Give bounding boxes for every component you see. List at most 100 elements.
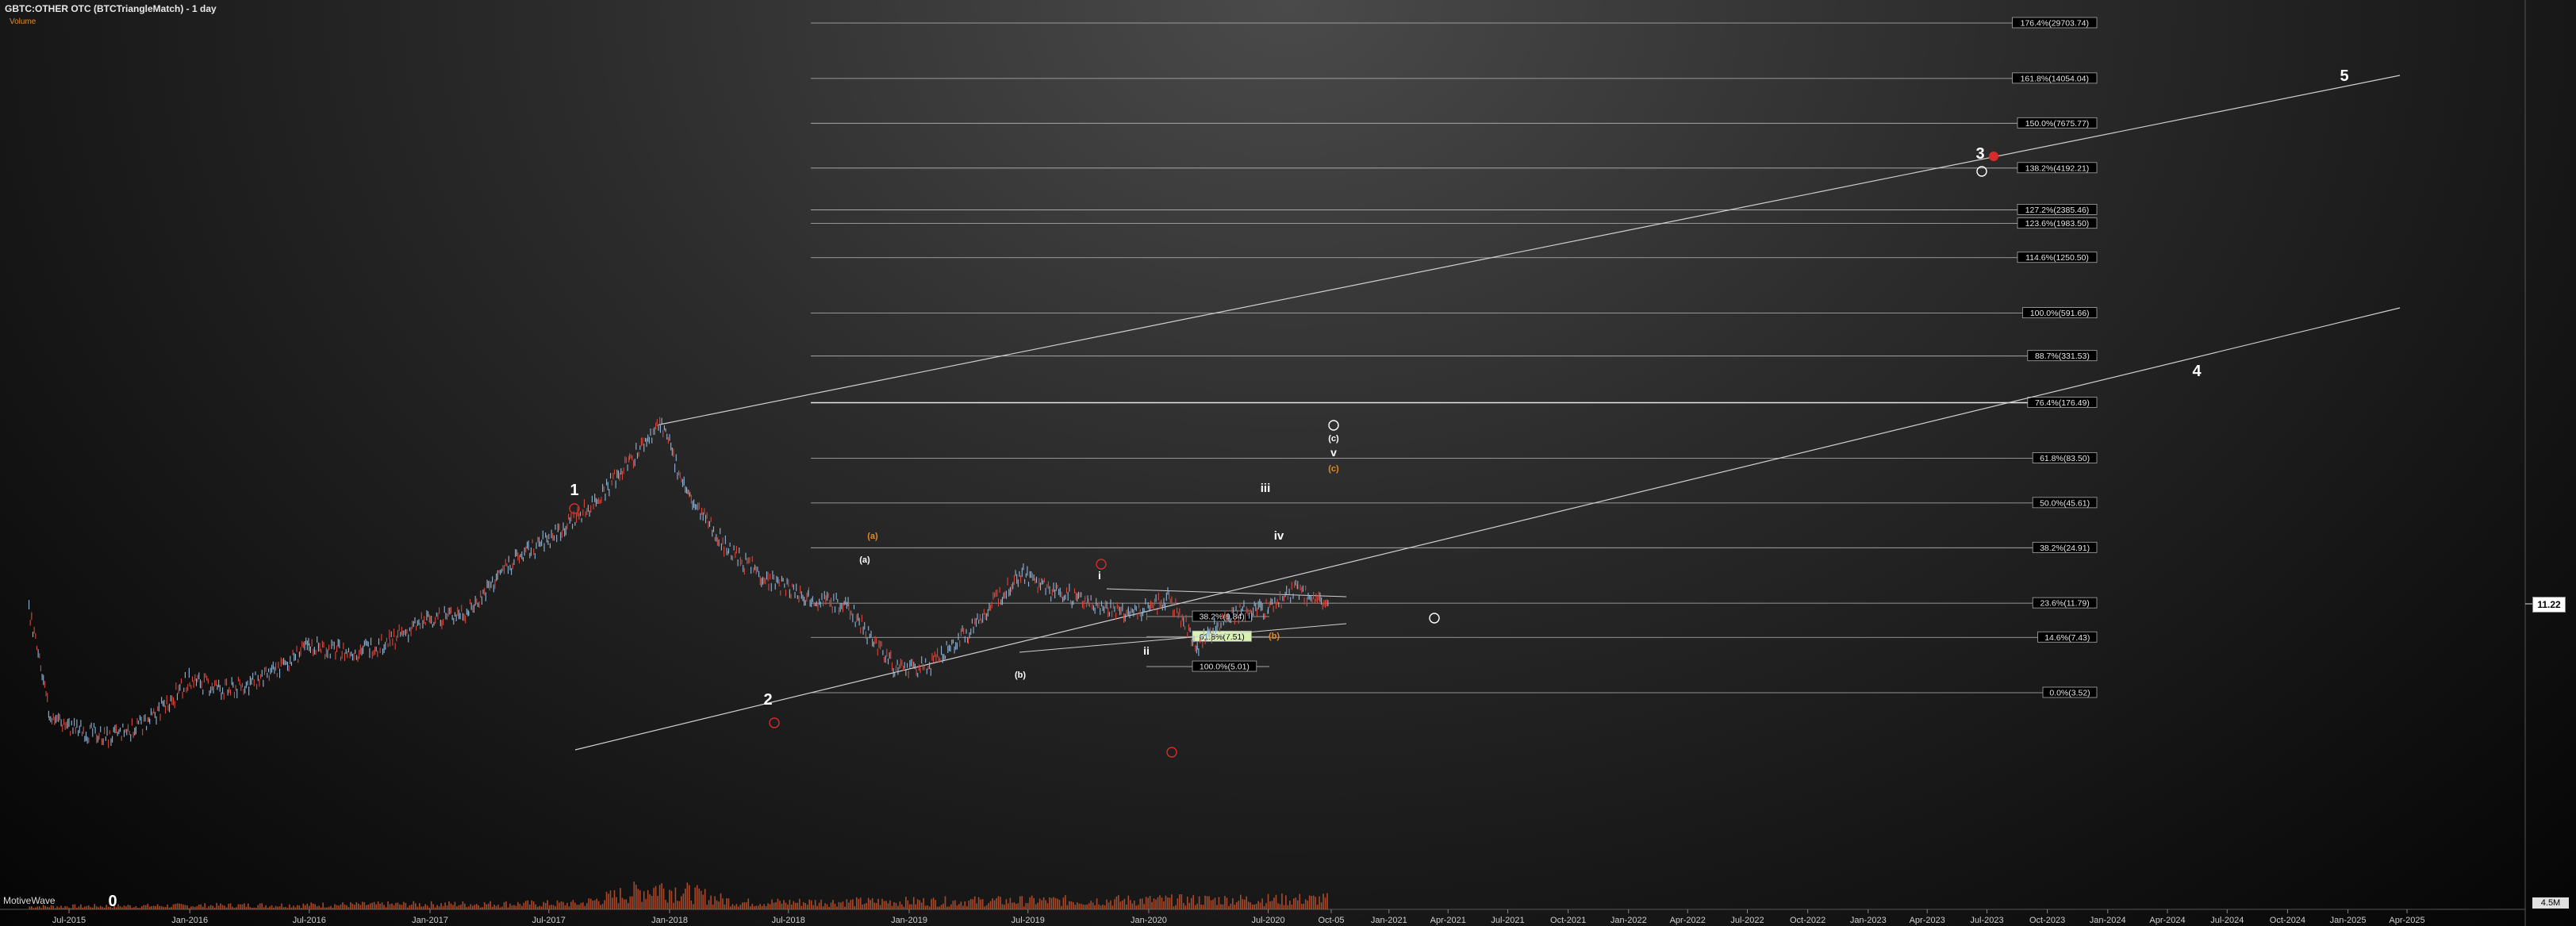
triangle-upper-line — [1106, 588, 1347, 597]
fib-tag-label: 127.2%(2385.46) — [2025, 206, 2090, 215]
x-tick-label: Jul-2017 — [532, 916, 566, 925]
volume-bar — [1253, 905, 1255, 909]
volume-bar — [924, 905, 927, 909]
volume-bar — [1175, 905, 1177, 909]
volume-bar — [38, 906, 40, 909]
volume-bar — [269, 906, 271, 909]
volume-bar — [1041, 900, 1042, 909]
volume-bar — [781, 903, 783, 909]
volume-bar — [958, 904, 960, 909]
volume-bar — [601, 904, 604, 909]
volume-bar — [836, 906, 838, 909]
volume-bar — [422, 906, 424, 909]
volume-bar — [1053, 897, 1054, 909]
volume-bar — [1279, 904, 1281, 909]
volume-bar — [1037, 902, 1038, 909]
volume-bar — [78, 906, 80, 909]
price-chart[interactable]: Jul-2015 Jan-2016 Jul-2016 Jan-2017 Jul-2017… — [0, 0, 2576, 926]
volume-bar — [1141, 898, 1143, 909]
volume-bar — [468, 906, 470, 909]
volume-bar — [662, 888, 665, 909]
volume-bar — [1169, 897, 1171, 909]
x-tick-label: Apr-2022 — [1670, 916, 1706, 925]
volume-bar — [320, 907, 322, 909]
volume-bar — [1324, 897, 1326, 909]
volume-bar — [1163, 901, 1165, 909]
volume-bar — [217, 905, 220, 909]
volume-bar — [989, 901, 992, 909]
volume-bar — [229, 903, 232, 909]
volume-bar — [789, 899, 791, 909]
volume-bar — [119, 905, 121, 909]
volume-bar — [964, 901, 966, 909]
volume-bar — [273, 907, 274, 909]
volume-bar — [1234, 905, 1236, 909]
volume-bar — [1214, 897, 1216, 909]
volume-bar — [901, 904, 903, 909]
volume-bar — [1045, 900, 1046, 909]
volume-bar — [99, 905, 102, 909]
volume-bar — [196, 905, 198, 909]
volume-bar — [446, 905, 448, 909]
volume-bar — [1311, 896, 1312, 909]
volume-bar — [285, 907, 286, 909]
volume-bar — [1232, 898, 1234, 909]
volume-bar — [939, 906, 940, 909]
fib-level-tag: 176.4%(29703.74) — [2012, 17, 2098, 29]
volume-bar — [1177, 898, 1179, 909]
volume-bar — [389, 904, 391, 909]
volume-bar — [1308, 895, 1311, 909]
volume-bar — [712, 904, 714, 909]
volume-bar — [1192, 894, 1195, 909]
volume-bar — [956, 905, 958, 909]
volume-bar — [875, 903, 877, 909]
volume-bar — [985, 905, 988, 909]
volume-bar — [278, 906, 281, 909]
volume-bar — [106, 905, 107, 909]
volume-bar — [186, 905, 188, 909]
volume-bar — [649, 894, 651, 909]
volume-bar — [1057, 898, 1058, 909]
x-tick-label: Jan-2017 — [412, 916, 448, 925]
volume-bar — [95, 906, 98, 909]
volume-bar — [544, 902, 547, 909]
wave-label-5: 5 — [2340, 67, 2348, 85]
volume-bar — [479, 907, 482, 909]
volume-bar — [637, 889, 639, 909]
volume-bar — [830, 902, 832, 909]
x-tick-label: Jul-2024 — [2210, 916, 2244, 925]
volume-bar — [609, 890, 612, 909]
x-tick-label: Jan-2019 — [891, 916, 927, 925]
wave-alert-marker — [1989, 152, 1998, 161]
volume-bar — [519, 904, 521, 909]
volume-bar — [1319, 896, 1320, 909]
fib-level-tag: 14.6%(7.43) — [2037, 631, 2098, 643]
volume-bar — [286, 908, 289, 909]
fib-level-tag: 76.4%(176.49) — [2027, 397, 2098, 408]
x-tick-label: Jan-2016 — [171, 916, 208, 925]
volume-bar — [54, 908, 56, 909]
volume-bar — [1104, 905, 1106, 909]
volume-bar — [180, 904, 182, 909]
volume-bar — [444, 902, 446, 909]
volume-bar — [1102, 904, 1104, 909]
volume-bar — [674, 887, 677, 909]
volume-bar — [666, 902, 669, 909]
volume-bar — [895, 902, 897, 909]
volume-bar — [379, 903, 381, 909]
volume-bar — [996, 897, 997, 909]
volume-bar — [175, 904, 176, 909]
volume-bar — [34, 907, 36, 909]
volume-bar — [551, 905, 552, 909]
volume-bar — [810, 900, 812, 909]
volume-bar — [290, 907, 293, 909]
volume-bar — [1307, 900, 1308, 909]
fib-level-tag: 61.8%(83.50) — [2032, 451, 2098, 463]
volume-bar — [316, 906, 318, 909]
volume-bar — [1222, 904, 1224, 909]
chart-window: Jul-2015 Jan-2016 Jul-2016 Jan-2017 Jul-2017… — [0, 0, 2576, 926]
volume-bar — [240, 904, 241, 909]
volume-bar — [387, 901, 389, 909]
volume-bar — [448, 901, 450, 909]
upper-channel-line — [658, 75, 2401, 425]
